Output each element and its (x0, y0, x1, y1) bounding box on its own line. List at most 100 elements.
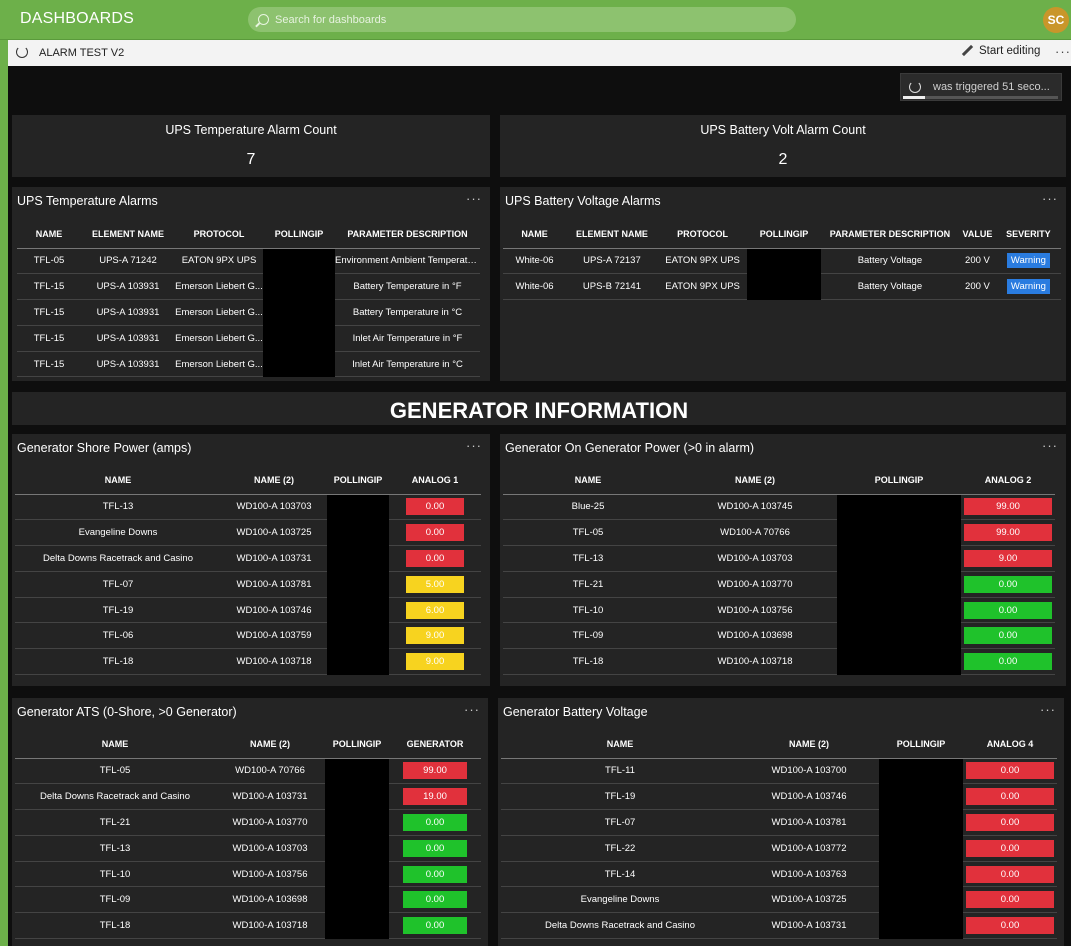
column-header[interactable]: ELEMENT NAME (81, 220, 175, 249)
pollingip-cell (325, 861, 389, 887)
table-row[interactable]: TFL-10 WD100-A 103756 0.00 (503, 597, 1055, 624)
column-header[interactable]: NAME (501, 730, 739, 759)
column-header[interactable]: NAME (17, 220, 81, 249)
table-row[interactable]: TFL-18 WD100-A 103718 0.00 (15, 912, 481, 940)
table-row[interactable]: TFL-13 WD100-A 103703 0.00 (15, 494, 481, 521)
table-row[interactable]: TFL-19 WD100-A 103746 0.00 (501, 783, 1057, 811)
column-header[interactable]: POLLINGIP (325, 730, 389, 759)
table-row[interactable]: TFL-14 WD100-A 103763 0.00 (501, 861, 1057, 888)
value-cell: 0.00 (389, 912, 481, 940)
trigger-text: was triggered 51 seco... (933, 81, 1050, 93)
pollingip-cell (837, 648, 961, 675)
value-badge: 0.00 (403, 813, 467, 831)
value-badge: 9.00 (406, 653, 464, 671)
panel-menu-icon[interactable]: ··· (1040, 702, 1056, 717)
panel-menu-icon[interactable]: ··· (466, 438, 482, 453)
cell: WD100-A 103781 (739, 809, 879, 836)
table-row[interactable]: TFL-21 WD100-A 103770 0.00 (15, 809, 481, 836)
table-row[interactable]: Blue-25 WD100-A 103745 99.00 (503, 494, 1055, 521)
table-row[interactable]: TFL-15 UPS-A 103931 Emerson Liebert G... Ba… (17, 273, 480, 301)
pollingip-cell (837, 545, 961, 572)
column-header[interactable]: NAME (15, 730, 215, 759)
more-icon[interactable]: ··· (1055, 44, 1071, 59)
column-header[interactable]: NAME (15, 466, 221, 495)
table-row[interactable]: TFL-15 UPS-A 103931 Emerson Liebert G... In… (17, 351, 480, 378)
panel-menu-icon[interactable]: ··· (466, 191, 482, 206)
panel-menu-icon[interactable]: ··· (1042, 438, 1058, 453)
column-header[interactable]: NAME (2) (673, 466, 837, 495)
table-row[interactable]: TFL-05 WD100-A 70766 99.00 (503, 519, 1055, 547)
column-header[interactable]: ELEMENT NAME (566, 220, 658, 249)
value-badge: 0.00 (403, 917, 467, 935)
panel-title: Generator Shore Power (amps) (17, 441, 192, 455)
column-header[interactable]: POLLINGIP (837, 466, 961, 495)
gen-on-table: NAME NAME (2) POLLINGIP ANALOG 2 Blue-25 WD10… (503, 466, 1055, 676)
column-header[interactable]: ANALOG 4 (963, 730, 1057, 759)
value-cell: 0.00 (963, 912, 1057, 940)
brand-title[interactable]: DASHBOARDS (20, 10, 134, 28)
table-row[interactable]: TFL-11 WD100-A 103700 0.00 (501, 758, 1057, 785)
column-header[interactable]: ANALOG 1 (389, 466, 481, 495)
column-header[interactable]: ANALOG 2 (961, 466, 1055, 495)
table-row[interactable]: TFL-15 UPS-A 103931 Emerson Liebert G... In… (17, 325, 480, 352)
table-row[interactable]: TFL-18 WD100-A 103718 0.00 (503, 648, 1055, 676)
table-row[interactable]: White-06 UPS-A 72137 EATON 9PX UPS Battery … (503, 248, 1061, 275)
table-row[interactable]: TFL-10 WD100-A 103756 0.00 (15, 861, 481, 888)
value-badge: 0.00 (406, 549, 464, 567)
start-editing-button[interactable]: Start editing (961, 45, 1040, 57)
cell: WD100-A 103718 (221, 648, 327, 676)
column-header[interactable]: PARAMETER DESCRIPTION (820, 220, 960, 249)
table-row[interactable]: TFL-19 WD100-A 103746 6.00 (15, 597, 481, 624)
table-row[interactable]: Delta Downs Racetrack and Casino WD100-A … (501, 912, 1057, 940)
column-header[interactable]: GENERATOR (389, 730, 481, 759)
table-row[interactable]: Delta Downs Racetrack and Casino WD100-A … (15, 783, 481, 811)
table-row[interactable]: TFL-18 WD100-A 103718 9.00 (15, 648, 481, 676)
column-header[interactable]: NAME (503, 220, 567, 249)
table-row[interactable]: TFL-21 WD100-A 103770 0.00 (503, 571, 1055, 598)
table-row[interactable]: TFL-15 UPS-A 103931 Emerson Liebert G... Ba… (17, 299, 480, 326)
table-row[interactable]: Evangeline Downs WD100-A 103725 0.00 (15, 519, 481, 547)
column-header[interactable]: SEVERITY (995, 220, 1061, 249)
value-badge: 0.00 (966, 762, 1054, 780)
table-row[interactable]: Delta Downs Racetrack and Casino WD100-A … (15, 545, 481, 572)
table-row[interactable]: TFL-13 WD100-A 103703 0.00 (15, 835, 481, 862)
table-row[interactable]: White-06 UPS-B 72141 EATON 9PX UPS Battery … (503, 273, 1061, 301)
pencil-icon (961, 45, 973, 57)
cell: WD100-A 70766 (215, 758, 325, 785)
table-row[interactable]: TFL-13 WD100-A 103703 9.00 (503, 545, 1055, 572)
table-row[interactable]: TFL-22 WD100-A 103772 0.00 (501, 835, 1057, 862)
table-row[interactable]: TFL-06 WD100-A 103759 9.00 (15, 622, 481, 650)
column-header[interactable]: POLLINGIP (879, 730, 963, 759)
cell: Evangeline Downs (501, 886, 739, 914)
column-header[interactable]: VALUE (959, 220, 996, 249)
table-row[interactable]: TFL-05 WD100-A 70766 99.00 (15, 758, 481, 785)
avatar[interactable]: SC (1043, 7, 1069, 33)
table-row[interactable]: TFL-05 UPS-A 71242 EATON 9PX UPS Environmen… (17, 248, 480, 275)
column-header[interactable]: NAME (503, 466, 673, 495)
column-header[interactable]: PARAMETER DESCRIPTION (335, 220, 480, 249)
column-header[interactable]: PROTOCOL (175, 220, 263, 249)
pollingip-cell (325, 912, 389, 939)
column-header[interactable]: NAME (2) (215, 730, 325, 759)
ups-temp-table: NAME ELEMENT NAME PROTOCOL POLLINGIP PARAMET… (17, 220, 480, 378)
panel-menu-icon[interactable]: ··· (1042, 191, 1058, 206)
table-row[interactable]: Evangeline Downs WD100-A 103725 0.00 (501, 886, 1057, 914)
table-row[interactable]: TFL-07 WD100-A 103781 0.00 (501, 809, 1057, 836)
cell: WD100-A 103703 (215, 835, 325, 862)
panel-menu-icon[interactable]: ··· (464, 702, 480, 717)
value-badge: 0.00 (966, 813, 1054, 831)
column-header[interactable]: NAME (2) (221, 466, 327, 495)
column-header[interactable]: POLLINGIP (263, 220, 335, 249)
column-header[interactable]: NAME (2) (739, 730, 879, 759)
column-header[interactable]: POLLINGIP (747, 220, 821, 249)
cell: TFL-07 (501, 809, 739, 836)
table-row[interactable]: TFL-07 WD100-A 103781 5.00 (15, 571, 481, 598)
search-input[interactable] (275, 13, 755, 26)
table-row[interactable]: TFL-09 WD100-A 103698 0.00 (503, 622, 1055, 650)
table-row[interactable]: TFL-09 WD100-A 103698 0.00 (15, 886, 481, 914)
refresh-icon[interactable] (16, 46, 28, 58)
column-header[interactable]: PROTOCOL (657, 220, 748, 249)
search-box[interactable] (248, 7, 796, 32)
column-header[interactable]: POLLINGIP (327, 466, 389, 495)
cell: Delta Downs Racetrack and Casino (501, 912, 739, 940)
